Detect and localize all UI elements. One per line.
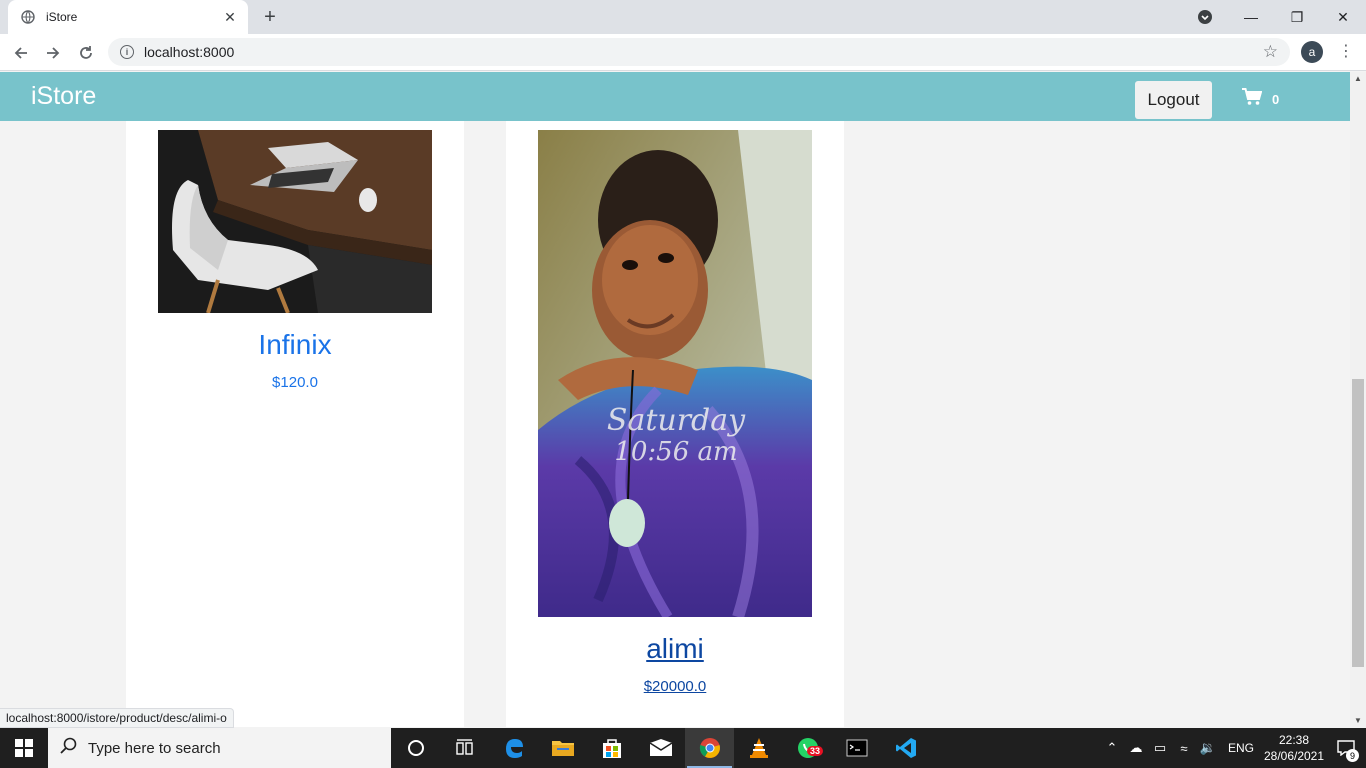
windows-start-icon[interactable] [0,728,48,768]
taskbar-search-placeholder[interactable]: Type here to search [88,740,221,757]
product-card: Saturday 10:56 am alimi $20000.0 [506,121,844,727]
wifi-icon[interactable]: ≈ [1172,741,1196,756]
battery-icon[interactable]: ▭ [1148,740,1172,756]
windows-taskbar: Type here to search 33 ⌃ ☁ ▭ ≈ 🔉 ENG 22:… [0,728,1366,768]
microsoft-store-icon[interactable] [587,728,636,768]
cart-link[interactable]: 0 [1242,88,1279,111]
taskbar-search-box[interactable]: Type here to search [48,728,391,768]
product-grid: Infinix $120.0 Saturday 10:56 am alimi $… [0,121,1350,727]
browser-tab[interactable]: iStore ✕ [8,0,248,34]
file-explorer-icon[interactable] [538,728,587,768]
browser-tab-strip: iStore ✕ + — ❐ ✕ [0,0,1366,34]
clock[interactable]: 22:38 28/06/2021 [1262,732,1326,764]
browser-menu-icon[interactable]: ⋮ [1338,42,1354,62]
svg-text:10:56 am: 10:56 am [614,437,737,467]
scroll-down-icon[interactable]: ▼ [1354,716,1362,725]
product-image-portrait[interactable]: Saturday 10:56 am [538,130,812,617]
scrollbar-thumb[interactable] [1352,379,1364,667]
shopping-cart-icon [1242,88,1263,111]
whatsapp-unread-badge: 33 [806,746,823,756]
address-url[interactable]: localhost:8000 [144,44,234,60]
input-language[interactable]: ENG [1228,741,1254,755]
site-navbar: iStore Logout 0 [0,72,1350,121]
onedrive-cloud-icon[interactable]: ☁ [1124,740,1148,756]
volume-icon[interactable]: 🔉 [1196,740,1220,756]
chrome-icon[interactable] [685,728,734,768]
product-card: Infinix $120.0 [126,121,464,727]
cart-count: 0 [1272,92,1280,107]
browser-toolbar: i localhost:8000 ☆ a ⋮ [0,34,1366,71]
globe-icon [20,9,36,25]
forward-arrow-icon[interactable] [42,42,64,64]
scroll-up-icon[interactable]: ▲ [1354,74,1362,83]
new-tab-button[interactable]: + [258,5,282,29]
link-status-bubble: localhost:8000/istore/product/desc/alimi… [0,708,234,728]
restore-button[interactable]: ❐ [1274,9,1320,26]
minimize-button[interactable]: — [1228,9,1274,25]
search-icon [60,737,78,760]
product-name-link[interactable]: Infinix [126,329,464,361]
terminal-icon[interactable] [832,728,881,768]
product-price-link[interactable]: $120.0 [126,374,464,391]
reload-icon[interactable] [75,42,97,64]
site-info-icon[interactable]: i [120,45,134,59]
cortana-icon[interactable] [391,728,440,768]
address-bar[interactable]: i localhost:8000 ☆ [108,38,1290,66]
task-view-icon[interactable] [440,728,489,768]
vscode-icon[interactable] [881,728,930,768]
edge-icon[interactable] [489,728,538,768]
logout-button[interactable]: Logout [1135,81,1212,119]
page-scrollbar[interactable]: ▲ ▼ [1350,72,1366,727]
whatsapp-icon[interactable]: 33 [783,728,832,768]
brand-logo[interactable]: iStore [31,82,96,111]
svg-text:Saturday: Saturday [607,403,746,438]
tab-close-icon[interactable]: ✕ [222,9,238,26]
chevron-up-icon[interactable]: ⌃ [1100,740,1124,756]
clock-time: 22:38 [1278,733,1310,747]
system-tray: ⌃ ☁ ▭ ≈ 🔉 ENG 22:38 28/06/2021 9 [1100,728,1366,768]
tab-title: iStore [46,10,78,24]
clock-date: 28/06/2021 [1263,749,1325,763]
notification-center-icon[interactable]: 9 [1326,728,1366,768]
product-image-laptop-desk[interactable] [158,130,432,313]
notification-count-badge: 9 [1346,749,1359,762]
product-price-link[interactable]: $20000.0 [506,678,844,695]
product-name-link[interactable]: alimi [506,633,844,665]
profile-avatar[interactable]: a [1301,41,1323,63]
bookmark-star-icon[interactable]: ☆ [1263,42,1278,62]
mail-icon[interactable] [636,728,685,768]
close-window-button[interactable]: ✕ [1320,9,1366,26]
tab-search-icon[interactable] [1182,9,1228,25]
back-arrow-icon[interactable] [10,42,32,64]
vlc-icon[interactable] [734,728,783,768]
